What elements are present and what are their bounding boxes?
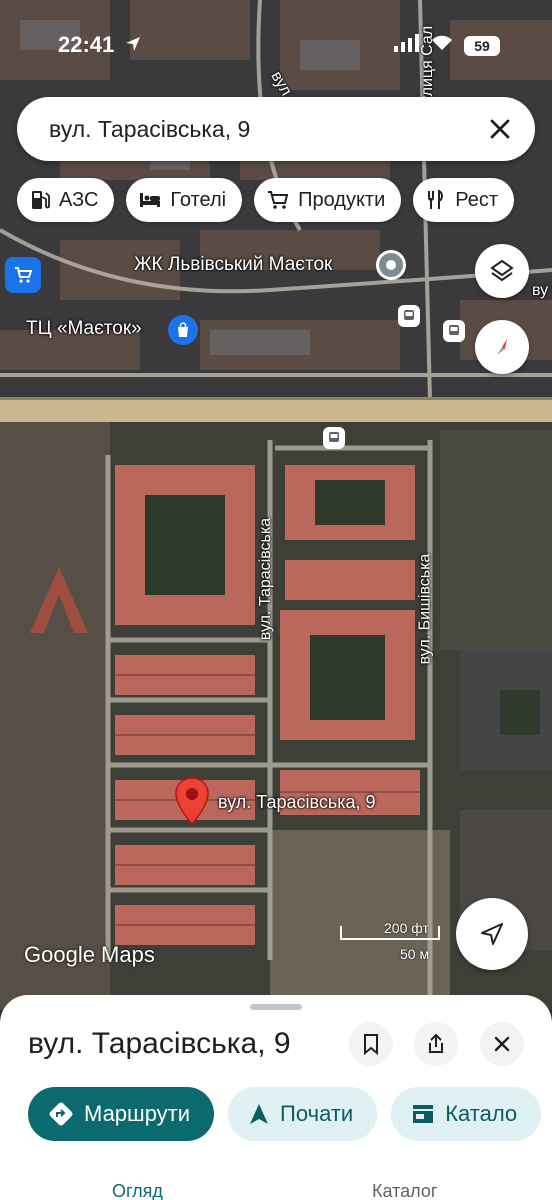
- chip-gas-station[interactable]: АЗС: [17, 178, 115, 222]
- start-label: Почати: [280, 1101, 354, 1126]
- tab-overview[interactable]: Огляд: [112, 1181, 163, 1200]
- chip-label: Готелі: [170, 188, 227, 211]
- share-icon: [429, 1033, 443, 1053]
- shopping-cart-pin-icon[interactable]: [5, 257, 41, 293]
- poi-complex-pin[interactable]: [376, 250, 406, 280]
- scale-ft: 200 фт: [384, 920, 429, 936]
- chip-hotels[interactable]: Готелі: [126, 178, 243, 222]
- wifi-icon: [430, 34, 454, 57]
- map-scale: 200 фт 50 м: [340, 920, 440, 966]
- status-icons: 59: [394, 34, 500, 57]
- category-chips: АЗС Готелі Продукти Рест: [17, 178, 515, 222]
- navigation-arrow-icon: [481, 923, 503, 945]
- google-maps-logo: Google Maps: [24, 942, 155, 967]
- directions-icon: [49, 1102, 73, 1126]
- catalog-button[interactable]: Катало: [391, 1087, 542, 1141]
- store-icon: [413, 1105, 434, 1123]
- hotel-bed-icon: [140, 193, 161, 207]
- directions-label: Маршрути: [84, 1101, 191, 1126]
- chip-restaurants[interactable]: Рест: [413, 178, 515, 222]
- location-pin-icon[interactable]: [174, 776, 210, 826]
- bus-stop-icon[interactable]: [398, 305, 420, 327]
- restaurant-icon: [428, 189, 444, 209]
- layers-icon: [490, 259, 514, 282]
- share-button[interactable]: [414, 1022, 458, 1066]
- start-button[interactable]: Почати: [228, 1087, 378, 1141]
- pin-label: вул. Тарасівська, 9: [218, 792, 376, 812]
- place-title: вул. Тарасівська, 9: [28, 1027, 291, 1060]
- layers-button[interactable]: [475, 244, 529, 298]
- shopping-bag-icon[interactable]: [168, 315, 198, 345]
- signal-icon: [394, 34, 420, 57]
- save-button[interactable]: [349, 1022, 393, 1066]
- status-time: 22:41: [58, 32, 115, 57]
- street-label-tarasivska: вул. Тарасівська: [257, 517, 275, 641]
- status-bar: 22:41 59: [0, 30, 552, 60]
- gas-station-icon: [32, 191, 50, 209]
- scale-m: 50 м: [400, 946, 430, 962]
- my-location-button[interactable]: [456, 898, 528, 970]
- directions-button[interactable]: Маршрути: [28, 1087, 215, 1141]
- shopping-cart-icon: [268, 191, 289, 209]
- compass-icon: [497, 339, 507, 355]
- close-icon: [494, 1036, 510, 1052]
- drag-handle[interactable]: [250, 1004, 302, 1010]
- chip-label: Продукти: [298, 188, 386, 211]
- search-bar[interactable]: вул. Тарасівська, 9: [17, 97, 535, 161]
- place-bottom-sheet[interactable]: вул. Тарасівська, 9 Маршрути Почати Ката…: [0, 995, 552, 1200]
- catalog-label: Катало: [445, 1101, 518, 1126]
- poi-mall-label[interactable]: ТЦ «Маєток»: [26, 318, 142, 340]
- tab-catalog[interactable]: Каталог: [372, 1181, 437, 1200]
- chip-label: АЗС: [59, 188, 99, 211]
- navigation-start-icon: [250, 1104, 269, 1124]
- bus-stop-icon[interactable]: [323, 427, 345, 449]
- chip-label: Рест: [455, 188, 499, 211]
- poi-complex-label[interactable]: ЖК Львівський Маєток: [134, 254, 332, 276]
- battery-icon: 59: [464, 35, 500, 56]
- watermark-logo: [28, 565, 90, 635]
- search-query[interactable]: вул. Тарасівська, 9: [49, 116, 250, 143]
- action-row: Маршрути Почати Катало: [28, 1087, 542, 1141]
- compass-button[interactable]: [475, 320, 529, 374]
- location-arrow-icon: [125, 36, 141, 57]
- close-icon[interactable]: [485, 114, 515, 144]
- street-label-edge: ву: [532, 282, 549, 299]
- street-label-bishivska: вул. Бишівська: [416, 553, 434, 665]
- close-sheet-button[interactable]: [480, 1022, 524, 1066]
- bus-stop-icon[interactable]: [443, 320, 465, 342]
- bookmark-icon: [364, 1034, 378, 1055]
- chip-groceries[interactable]: Продукти: [254, 178, 402, 222]
